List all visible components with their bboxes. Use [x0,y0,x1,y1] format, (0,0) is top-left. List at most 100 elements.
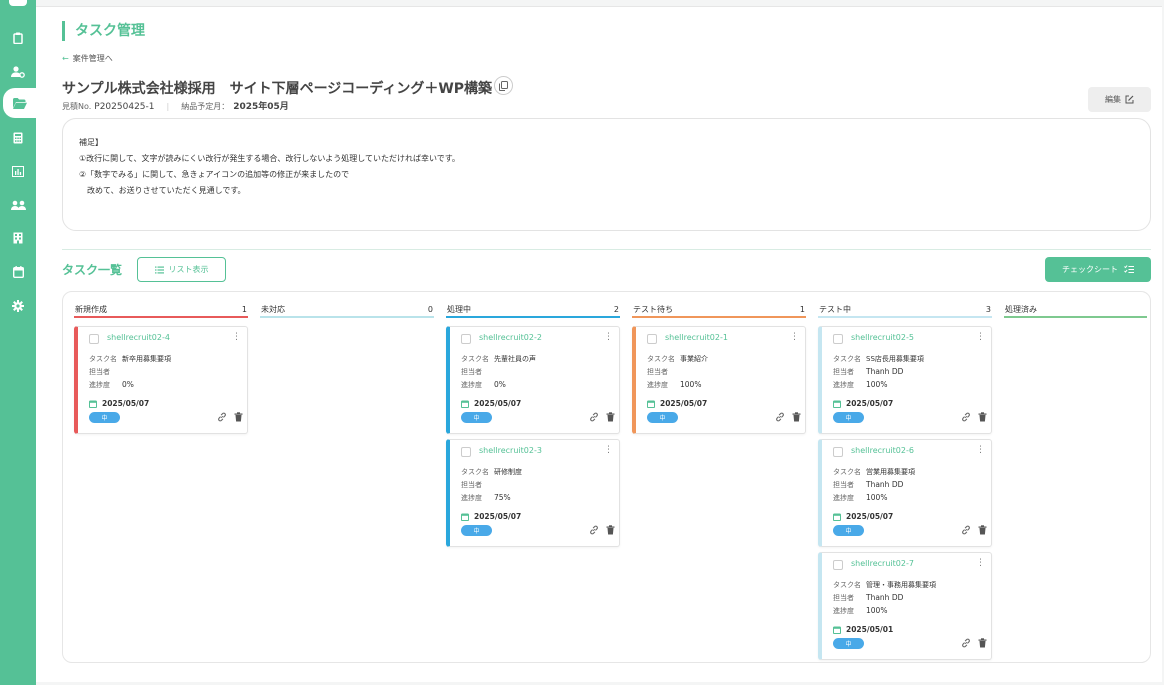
due-date: 2025/05/01 [833,625,893,634]
more-vertical-icon[interactable]: ⋮ [232,333,241,342]
back-link-label: 案件管理へ [72,54,113,63]
sidebar-item-clients[interactable] [0,223,36,253]
calendar-icon [461,513,469,521]
progress-label: 進捗度 [833,494,854,502]
trash-icon[interactable] [234,412,243,422]
sidebar-item-calendar[interactable] [0,257,36,287]
sidebar-item-clipboard[interactable] [0,23,36,53]
kanban-column: 処理中 2 [446,302,620,318]
checklist-icon [1124,265,1134,273]
task-card[interactable]: shellrecruit02-2 ⋮ タスク名 先輩社員の声 担当者 進捗度 0% 2025/… [446,326,620,434]
trash-icon[interactable] [792,412,801,422]
edit-icon [1125,95,1134,104]
assignee-row: 担当者 [647,367,680,377]
due-date: 2025/05/07 [833,512,893,521]
calendar-icon [833,626,841,634]
column-name: テスト中 [819,304,851,314]
assignee-label: 担当者 [833,594,854,602]
due-date: 2025/05/07 [461,512,521,521]
priority-badge: 中 [461,525,492,536]
task-card[interactable]: shellrecruit02-7 ⋮ タスク名 管理・事務用募集要項 担当者 Thanh … [818,552,992,660]
assignee-row: 担当者 [461,480,494,490]
trash-icon[interactable] [606,525,615,535]
task-checkbox[interactable] [461,334,471,344]
sidebar-item-settings[interactable] [0,291,36,321]
task-card[interactable]: shellrecruit02-4 ⋮ タスク名 新卒用募集要項 担当者 進捗度 0% 2025… [74,326,248,434]
task-checkbox[interactable] [833,560,843,570]
column-count: 3 [985,304,991,314]
column-count: 1 [241,304,247,314]
column-count: 0 [427,304,433,314]
more-vertical-icon[interactable]: ⋮ [604,446,613,455]
checksheet-label: チェックシート [1062,265,1118,274]
link-icon[interactable] [961,638,971,648]
trash-icon[interactable] [978,638,987,648]
user-gear-icon [11,66,25,78]
task-checkbox[interactable] [461,447,471,457]
task-id-link[interactable]: shellrecruit02-3 [479,446,542,455]
gear-icon [12,300,24,312]
notes-box: 補足】 ①改行に関して、文字が読みにくい改行が発生する場合、改行しないよう処理し… [62,118,1151,231]
link-icon[interactable] [775,412,785,422]
more-vertical-icon[interactable]: ⋮ [790,333,799,342]
task-card[interactable]: shellrecruit02-3 ⋮ タスク名 研修制度 担当者 進捗度 75% 2025/0… [446,439,620,547]
more-vertical-icon[interactable]: ⋮ [976,446,985,455]
link-icon[interactable] [961,525,971,535]
task-checkbox[interactable] [89,334,99,344]
link-icon[interactable] [961,412,971,422]
link-icon[interactable] [589,525,599,535]
task-list-title: タスク一覧 [62,263,123,277]
priority-badge: 中 [833,525,864,536]
copy-button[interactable] [494,76,513,95]
sidebar-item-members[interactable] [0,190,36,220]
sidebar-item-analytics[interactable] [0,156,36,186]
trash-icon[interactable] [606,412,615,422]
link-icon[interactable] [589,412,599,422]
list-view-button[interactable]: リスト表示 [137,257,226,282]
edit-button[interactable]: 編集 [1088,87,1151,112]
assignee-row: 担当者 [461,367,494,377]
progress-row: 進捗度 100% [833,606,887,616]
column-name: 処理済み [1005,304,1037,314]
task-checkbox[interactable] [647,334,657,344]
checksheet-button[interactable]: チェックシート [1045,257,1151,282]
more-vertical-icon[interactable]: ⋮ [604,333,613,342]
assignee-row: 担当者 Thanh DD [833,367,903,377]
task-id-link[interactable]: shellrecruit02-2 [479,333,542,342]
task-name-row: タスク名 新卒用募集要項 [89,354,171,364]
task-card[interactable]: shellrecruit02-6 ⋮ タスク名 営業用募集要項 担当者 Thanh DD 進… [818,439,992,547]
sidebar-item-calculator[interactable] [0,123,36,153]
due-date-value: 2025/05/07 [102,399,150,408]
priority-badge: 中 [89,412,120,423]
due-date-value: 2025/05/07 [846,512,894,521]
more-vertical-icon[interactable]: ⋮ [976,333,985,342]
task-id-link[interactable]: shellrecruit02-1 [665,333,728,342]
task-id-link[interactable]: shellrecruit02-5 [851,333,914,342]
task-id-link[interactable]: shellrecruit02-6 [851,446,914,455]
task-id-link[interactable]: shellrecruit02-4 [107,333,170,342]
task-card[interactable]: shellrecruit02-1 ⋮ タスク名 事業紹介 担当者 進捗度 100% 2025/… [632,326,806,434]
column-header: 処理中 2 [446,302,620,318]
task-checkbox[interactable] [833,334,843,344]
progress-value: 75% [494,493,511,502]
task-card[interactable]: shellrecruit02-5 ⋮ タスク名 SS店長用募集要項 担当者 Thanh D… [818,326,992,434]
column-header: 新規作成 1 [74,302,248,318]
task-checkbox[interactable] [833,447,843,457]
project-meta: 見積No. P20250425-1 | 納品予定月： 2025年05月 [62,99,289,112]
sidebar-item-user-settings[interactable] [0,57,36,87]
sidebar-item-projects[interactable] [3,88,36,118]
trash-icon[interactable] [978,525,987,535]
sidebar [0,0,36,685]
trash-icon[interactable] [978,412,987,422]
more-vertical-icon[interactable]: ⋮ [976,559,985,568]
notes-line: ②「数字でみる」に関して、急きょアイコンの追加等の修正が来ましたので [79,170,350,179]
column-name: 処理中 [447,304,471,314]
task-name-row: タスク名 事業紹介 [647,354,708,364]
link-icon[interactable] [217,412,227,422]
kanban-column: 新規作成 1 [74,302,248,318]
back-link[interactable]: ← 案件管理へ [62,53,113,64]
progress-value: 100% [866,493,888,502]
progress-label: 進捗度 [89,381,110,389]
task-id-link[interactable]: shellrecruit02-7 [851,559,914,568]
due-date-value: 2025/05/01 [846,625,894,634]
